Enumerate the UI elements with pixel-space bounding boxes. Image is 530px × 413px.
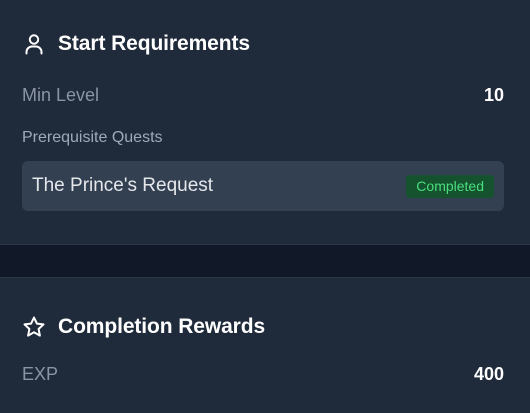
exp-row: EXP 400 [22,360,504,388]
exp-value: 400 [473,363,504,384]
start-requirements-header: Start Requirements [22,29,504,59]
completion-rewards-title: Completion Rewards [58,315,266,338]
star-icon [22,315,46,339]
prerequisite-quest-item[interactable]: The Prince's Request Completed [22,161,504,211]
status-badge: Completed [406,174,494,198]
prerequisite-quests-heading: Prerequisite Quests [22,129,163,146]
completion-rewards-header: Completion Rewards [22,312,504,342]
min-level-row: Min Level 10 [22,81,504,109]
start-requirements-title: Start Requirements [58,32,250,55]
start-requirements-panel: Start Requirements Min Level 10 Prerequi… [0,0,530,245]
completion-rewards-panel: Completion Rewards EXP 400 [0,277,530,413]
min-level-label: Min Level [22,84,100,105]
user-icon [22,32,46,56]
min-level-value: 10 [483,84,504,105]
quest-name: The Prince's Request [32,175,214,196]
exp-label: EXP [22,363,59,384]
